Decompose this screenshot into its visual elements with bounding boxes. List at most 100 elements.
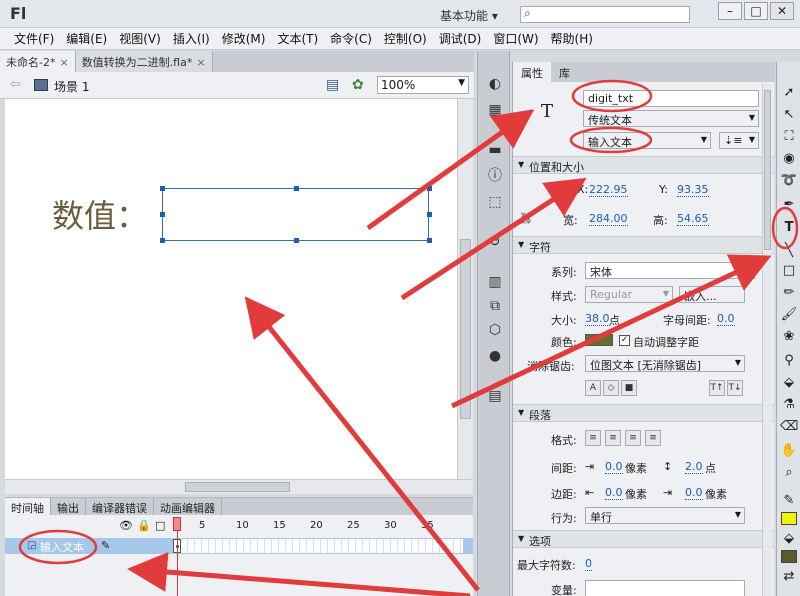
font-style-select[interactable]: Regular ▼ xyxy=(585,286,673,303)
resize-handle[interactable] xyxy=(294,238,299,243)
show-border-icon[interactable]: ■ xyxy=(621,380,637,396)
resize-handle[interactable] xyxy=(427,186,432,191)
close-button[interactable]: ✕ xyxy=(770,2,794,20)
workspace-switcher[interactable]: 基本功能 ▾ xyxy=(440,7,498,24)
height-value[interactable]: 54.65 xyxy=(677,212,709,226)
components-panel-icon[interactable]: ⧉ xyxy=(486,297,504,315)
doc-tab-untitled[interactable]: 未命名-2* × xyxy=(0,51,76,72)
paint-bucket-tool-icon[interactable]: ⬙ xyxy=(780,374,798,392)
scroll-thumb[interactable] xyxy=(185,482,290,492)
embed-button[interactable]: 嵌入... xyxy=(679,286,745,303)
color-panel-icon[interactable]: ◐ xyxy=(486,75,504,93)
menu-commands[interactable]: 命令(C) xyxy=(324,30,378,47)
selection-tool-icon[interactable]: ➚ xyxy=(780,84,798,102)
input-text-field[interactable] xyxy=(160,186,432,243)
menu-control[interactable]: 控制(O) xyxy=(378,30,433,47)
eyedropper-tool-icon[interactable]: ⚗ xyxy=(780,396,798,414)
stage-vertical-scrollbar[interactable] xyxy=(457,99,473,479)
anti-alias-select[interactable]: 位图文本 [无消除锯齿] ▼ xyxy=(585,355,745,372)
stroke-color-icon[interactable]: ✎ xyxy=(780,492,798,510)
scroll-thumb[interactable] xyxy=(460,239,471,419)
lock-ratio-icon[interactable]: ⛓ xyxy=(519,212,533,225)
3d-rotation-tool-icon[interactable]: ◉ xyxy=(780,150,798,168)
render-html-icon[interactable]: ◇ xyxy=(603,380,619,396)
tab-timeline[interactable]: 时间轴 xyxy=(5,498,51,515)
stage-static-text[interactable]: 数值： xyxy=(52,191,148,237)
component-inspector-icon[interactable]: ⬡ xyxy=(486,321,504,339)
scroll-thumb[interactable] xyxy=(764,90,771,250)
menu-text[interactable]: 文本(T) xyxy=(271,30,324,47)
hand-tool-icon[interactable]: ✋ xyxy=(780,442,798,460)
behavior-select[interactable]: 单行 ▼ xyxy=(585,507,745,524)
x-value[interactable]: 222.95 xyxy=(589,183,628,197)
transform-panel-icon[interactable]: ⬚ xyxy=(486,193,504,211)
minimize-button[interactable]: – xyxy=(718,2,742,20)
right-margin-value[interactable]: 0.0 xyxy=(685,486,703,500)
zoom-select[interactable]: 100% ▼ xyxy=(377,76,469,94)
frame-cells[interactable] xyxy=(181,539,463,553)
y-value[interactable]: 93.35 xyxy=(677,183,709,197)
resize-handle[interactable] xyxy=(160,238,165,243)
properties-scrollbar[interactable] xyxy=(762,84,772,596)
superscript-icon[interactable]: T↑ xyxy=(709,380,725,396)
info-panel-icon[interactable]: ⓘ xyxy=(486,167,504,185)
indent-value[interactable]: 0.0 xyxy=(605,460,623,474)
eye-icon[interactable]: 👁 xyxy=(119,519,133,532)
section-paragraph[interactable]: ▼ 段落 xyxy=(513,404,775,422)
maximize-button[interactable]: □ xyxy=(744,2,768,20)
tab-output[interactable]: 输出 xyxy=(51,498,86,515)
stroke-color-swatch[interactable] xyxy=(781,550,797,563)
menu-modify[interactable]: 修改(M) xyxy=(216,30,272,47)
swap-colors-icon[interactable]: ⇄ xyxy=(780,568,798,586)
brush-tool-icon[interactable]: 🖌 xyxy=(780,306,798,324)
edit-scene-icon[interactable]: ▤ xyxy=(326,77,339,93)
menu-edit[interactable]: 编辑(E) xyxy=(60,30,113,47)
menu-window[interactable]: 窗口(W) xyxy=(487,30,544,47)
fill-color-swatch[interactable] xyxy=(781,512,797,525)
history-panel-icon[interactable]: ▤ xyxy=(486,387,504,405)
close-tab-icon[interactable]: × xyxy=(59,56,68,69)
font-size-value[interactable]: 38.0 xyxy=(585,312,610,326)
text-engine-select[interactable]: 传统文本 ▼ xyxy=(583,110,759,127)
close-tab-icon[interactable]: × xyxy=(196,56,205,69)
stage-canvas[interactable] xyxy=(5,99,457,479)
selectable-text-icon[interactable]: A xyxy=(585,380,601,396)
section-character[interactable]: ▼ 字符 xyxy=(513,236,775,254)
text-color-swatch[interactable] xyxy=(585,334,613,346)
pencil-tool-icon[interactable]: ✏ xyxy=(780,284,798,302)
doc-tab-binary[interactable]: 数值转换为二进制.fla* × xyxy=(75,51,213,72)
subscript-icon[interactable]: T↓ xyxy=(727,380,743,396)
auto-kern-checkbox[interactable]: ✓ xyxy=(619,335,630,346)
align-right-icon[interactable]: ≡ xyxy=(625,430,641,446)
font-family-field[interactable]: 宋体 xyxy=(585,262,755,279)
paint-bucket-color-icon[interactable]: ⬙ xyxy=(780,530,798,548)
bone-tool-icon[interactable]: ⚲ xyxy=(780,352,798,370)
section-options[interactable]: ▼ 选项 xyxy=(513,530,775,548)
motion-presets-icon[interactable]: ● xyxy=(486,347,504,365)
actions-panel-icon[interactable]: ↺ xyxy=(486,233,504,251)
lasso-tool-icon[interactable]: ➰ xyxy=(780,172,798,190)
menu-file[interactable]: 文件(F) xyxy=(8,30,60,47)
resize-handle[interactable] xyxy=(427,238,432,243)
variable-field[interactable] xyxy=(585,580,745,596)
library-panel-icon[interactable]: ▥ xyxy=(486,273,504,291)
align-center-icon[interactable]: ≡ xyxy=(605,430,621,446)
deco-tool-icon[interactable]: ❀ xyxy=(780,328,798,346)
tab-properties[interactable]: 属性 xyxy=(513,62,551,82)
line-tool-icon[interactable]: ╲ xyxy=(780,242,798,260)
tab-compiler-errors[interactable]: 编译器错误 xyxy=(86,498,154,515)
letter-spacing-value[interactable]: 0.0 xyxy=(717,312,735,326)
justify-icon[interactable]: ≡ xyxy=(645,430,661,446)
eraser-tool-icon[interactable]: ⌫ xyxy=(780,418,798,436)
layer-name[interactable]: 输入文本 xyxy=(40,539,84,555)
resize-handle[interactable] xyxy=(160,212,165,217)
align-panel-icon[interactable]: ▬ xyxy=(486,141,504,159)
help-search-input[interactable]: ⌕ xyxy=(520,6,690,23)
scene-label[interactable]: 场景 1 xyxy=(54,78,89,95)
menu-debug[interactable]: 调试(D) xyxy=(433,30,488,47)
edit-symbols-icon[interactable]: ✿ xyxy=(352,77,364,93)
resize-handle[interactable] xyxy=(160,186,165,191)
width-value[interactable]: 284.00 xyxy=(589,212,628,226)
instance-name-field[interactable]: digit_txt xyxy=(583,90,759,107)
text-orientation-select[interactable]: ⇣≡ ▼ xyxy=(719,132,759,149)
